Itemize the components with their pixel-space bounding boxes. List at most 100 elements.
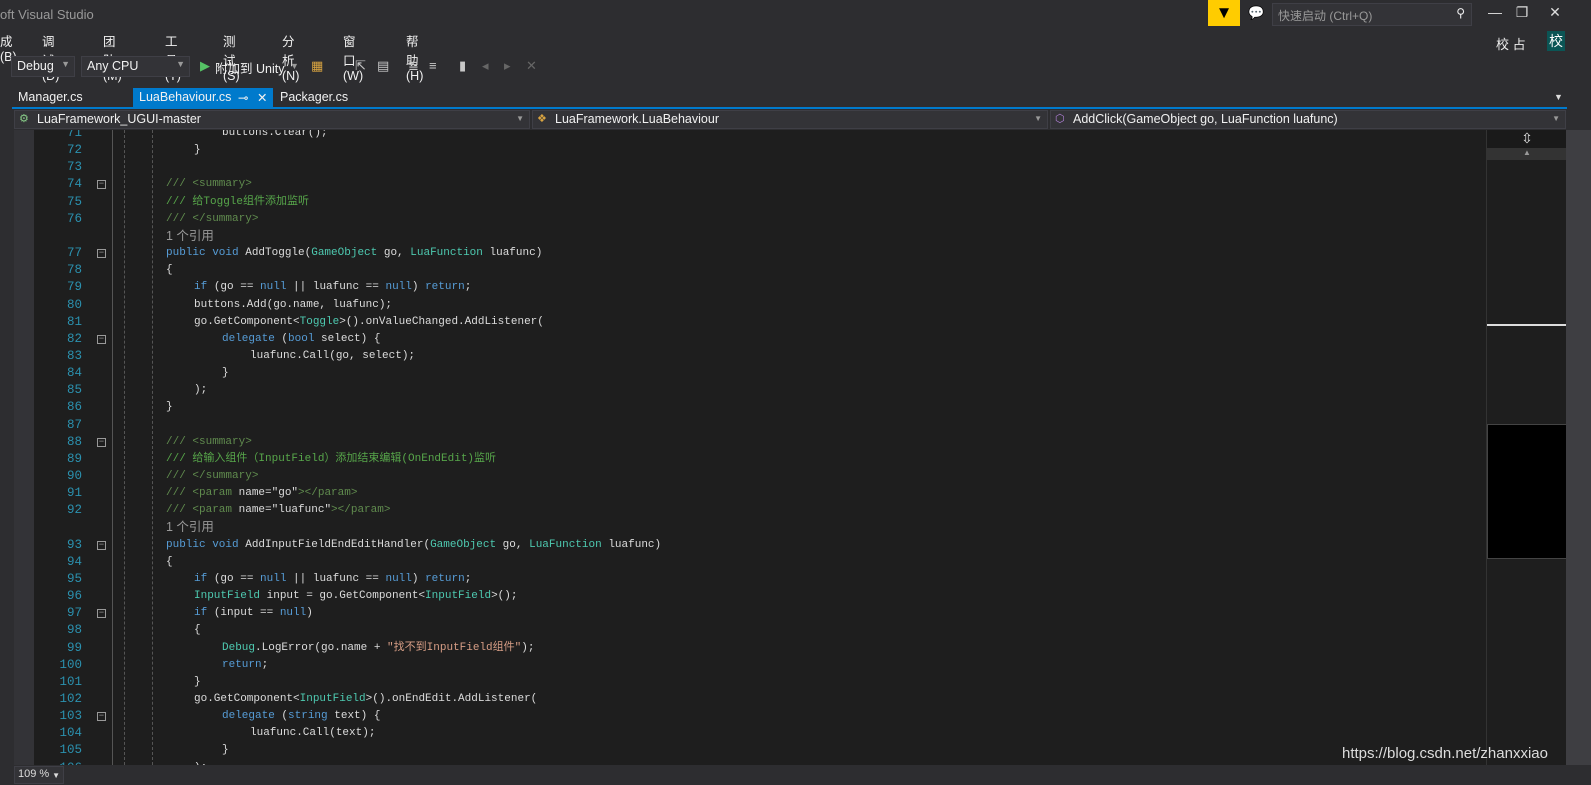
code-token: } [194, 144, 201, 157]
play-icon[interactable]: ▶ [200, 58, 210, 74]
code-line: 91 /// <param name="go"></param> [14, 485, 1486, 502]
code-token: if [194, 607, 214, 620]
line-number: 76 [66, 211, 82, 226]
tab-manager[interactable]: Manager.cs [12, 88, 89, 107]
code-line: 77 − public void AddToggle(GameObject go, … [14, 245, 1486, 262]
bookmark-icon[interactable]: ▮ [459, 58, 466, 74]
restore-button[interactable]: ❐ [1507, 4, 1537, 21]
collapse-icon[interactable]: − [97, 249, 106, 259]
feedback-icon[interactable]: 💬 [1248, 5, 1264, 21]
code-token: go.GetComponent< [194, 315, 300, 328]
line-number: 83 [66, 348, 82, 363]
code-text: if (go == null || luafunc == null) retur… [194, 571, 471, 588]
code-token: { [166, 264, 173, 277]
member-dropdown[interactable]: ⬡ AddClick(GameObject go, LuaFunction lua… [1050, 110, 1566, 129]
tab-packager[interactable]: Packager.cs [274, 88, 354, 107]
minimap-viewport[interactable] [1487, 424, 1567, 559]
code-text: public void AddInputFieldEndEditHandler(… [166, 537, 661, 554]
chevron-down-icon[interactable]: ▼ [290, 61, 299, 71]
minimap[interactable]: ⇳ ▲ [1486, 130, 1567, 765]
code-token: { [194, 624, 201, 637]
codelens-row: 1 个引用 [14, 228, 1486, 245]
comment-lines-icon[interactable]: ≣ [408, 58, 419, 74]
tab-luabehaviour[interactable]: LuaBehaviour.cs ⊸ ✕ [133, 88, 273, 107]
next-bookmark-icon[interactable]: ▸ [504, 58, 511, 74]
code-text: } [222, 742, 229, 759]
zoom-select[interactable]: 109 % ▼ [14, 766, 64, 784]
code-text: delegate (bool select) { [222, 331, 380, 348]
close-button[interactable]: ✕ [1540, 4, 1570, 21]
code-token: text) { [327, 710, 381, 723]
minimize-button[interactable]: — [1480, 4, 1510, 20]
code-token: } [222, 744, 229, 757]
code-token: if [194, 281, 214, 294]
line-number: 77 [66, 246, 82, 261]
line-number: 99 [66, 640, 82, 655]
line-number: 78 [66, 263, 82, 278]
line-number: 96 [66, 589, 82, 604]
platform-select[interactable]: Any CPU ▼ [81, 56, 190, 77]
member-value: AddClick(GameObject go, LuaFunction luaf… [1073, 112, 1338, 126]
reference-count-link[interactable]: 1 个引用 [166, 228, 214, 245]
reference-count-link[interactable]: 1 个引用 [166, 519, 214, 536]
code-text: { [194, 622, 201, 639]
uncomment-lines-icon[interactable]: ≡ [429, 58, 437, 73]
collapse-icon[interactable]: − [97, 437, 106, 447]
avatar[interactable]: 校 [1547, 31, 1565, 51]
toolbar: Debug ▼ Any CPU ▼ ▶ 附加到 Unity ▼ ▦ ⇱ ▤ ≣ ≡ … [0, 54, 1591, 80]
line-number: 92 [66, 503, 82, 518]
line-number: 88 [66, 434, 82, 449]
user-name[interactable]: 校 占 [1496, 34, 1526, 53]
line-number: 73 [66, 160, 82, 175]
code-line: 78 { [14, 262, 1486, 279]
line-number: 81 [66, 314, 82, 329]
code-token: return [222, 658, 262, 671]
collapse-icon[interactable]: − [97, 609, 106, 619]
code-text: /// 给输入组件（InputField）添加结束编辑(OnEndEdit)监听 [166, 451, 496, 468]
clear-bookmarks-icon[interactable]: ✕ [526, 58, 537, 74]
line-number: 86 [66, 400, 82, 415]
line-number: 97 [66, 606, 82, 621]
code-token: } [222, 367, 229, 380]
code-token: || luafunc == [286, 572, 386, 585]
split-icon[interactable]: ⇳ [1487, 130, 1567, 148]
code-token: Debug [222, 641, 256, 654]
code-editor[interactable]: 71 buttons.Clear(); 72} 73 74−/// <summary> 7… [14, 130, 1486, 765]
attach-button[interactable]: 附加到 Unity [215, 58, 284, 77]
code-text: if (input == null) [194, 605, 313, 622]
code-text: Debug.LogError(go.name + "找不到InputField组… [222, 640, 534, 657]
close-icon[interactable]: ✕ [257, 90, 267, 105]
step-icon[interactable]: ⇱ [355, 58, 366, 74]
code-token: </summary> [192, 212, 259, 225]
code-text: buttons.Clear(); [222, 130, 328, 142]
code-token: buttons.Clear(); [222, 130, 328, 139]
notification-filter-icon[interactable]: ▼ [1208, 0, 1240, 26]
code-token: bool [288, 332, 315, 345]
collapse-icon[interactable]: − [97, 712, 106, 722]
quick-launch-input[interactable]: 快速启动 (Ctrl+Q) ⚲ [1272, 3, 1472, 26]
code-line: 94 { [14, 554, 1486, 571]
tab-overflow-icon[interactable]: ▼ [1554, 92, 1563, 102]
code-token: return [425, 281, 465, 294]
prev-bookmark-icon[interactable]: ◂ [482, 58, 489, 74]
collapse-icon[interactable]: − [97, 540, 106, 550]
find-in-files-icon[interactable]: ▦ [311, 58, 323, 74]
pin-icon[interactable]: ⊸ [238, 90, 248, 105]
scroll-up-icon[interactable]: ▲ [1487, 148, 1567, 160]
code-token: /// <param [166, 504, 239, 517]
code-line: 104 luafunc.Call(text); [14, 725, 1486, 742]
line-number: 85 [66, 383, 82, 398]
collapse-icon[interactable]: − [97, 334, 106, 344]
panel-icon[interactable]: ▤ [377, 58, 389, 74]
code-token: .LogError(go.name + [255, 641, 388, 654]
project-dropdown[interactable]: ⚙ LuaFramework_UGUI-master ▼ [14, 110, 530, 129]
code-text: luafunc.Call(text); [250, 725, 375, 742]
code-token: public void [166, 538, 246, 551]
vertical-scrollbar[interactable] [1566, 130, 1591, 765]
collapse-icon[interactable]: − [97, 180, 106, 190]
class-dropdown[interactable]: ❖ LuaFramework.LuaBehaviour ▼ [532, 110, 1048, 129]
line-number: 90 [66, 469, 82, 483]
configuration-select[interactable]: Debug ▼ [11, 56, 75, 77]
code-token: AddToggle( [245, 247, 312, 260]
code-token: name="luafunc" [238, 504, 332, 517]
